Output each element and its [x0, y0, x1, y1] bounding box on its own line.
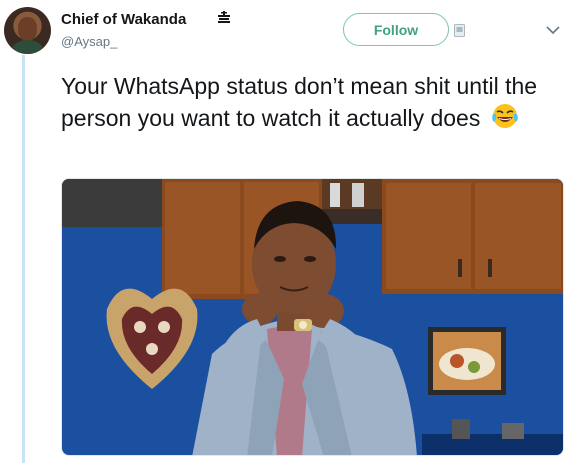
- badge-icon: [454, 24, 465, 37]
- avatar-shirt: [12, 40, 43, 54]
- tweet-text: Your WhatsApp status don’t mean shit unt…: [61, 70, 561, 134]
- tweet-media-image[interactable]: [61, 178, 564, 456]
- follow-button[interactable]: Follow: [343, 13, 449, 46]
- tweet-text-body: Your WhatsApp status don’t mean shit unt…: [61, 73, 538, 131]
- avatar-face: [18, 17, 37, 41]
- thread-line: [22, 55, 25, 463]
- crown-icon: [218, 11, 230, 23]
- chevron-down-icon[interactable]: [546, 26, 560, 35]
- user-handle[interactable]: @Aysap_: [61, 34, 117, 49]
- avatar[interactable]: [4, 7, 51, 54]
- display-name[interactable]: Chief of Wakanda: [61, 11, 186, 28]
- laughing-tears-emoji-icon: [491, 104, 518, 128]
- tweet-photo: [62, 179, 563, 455]
